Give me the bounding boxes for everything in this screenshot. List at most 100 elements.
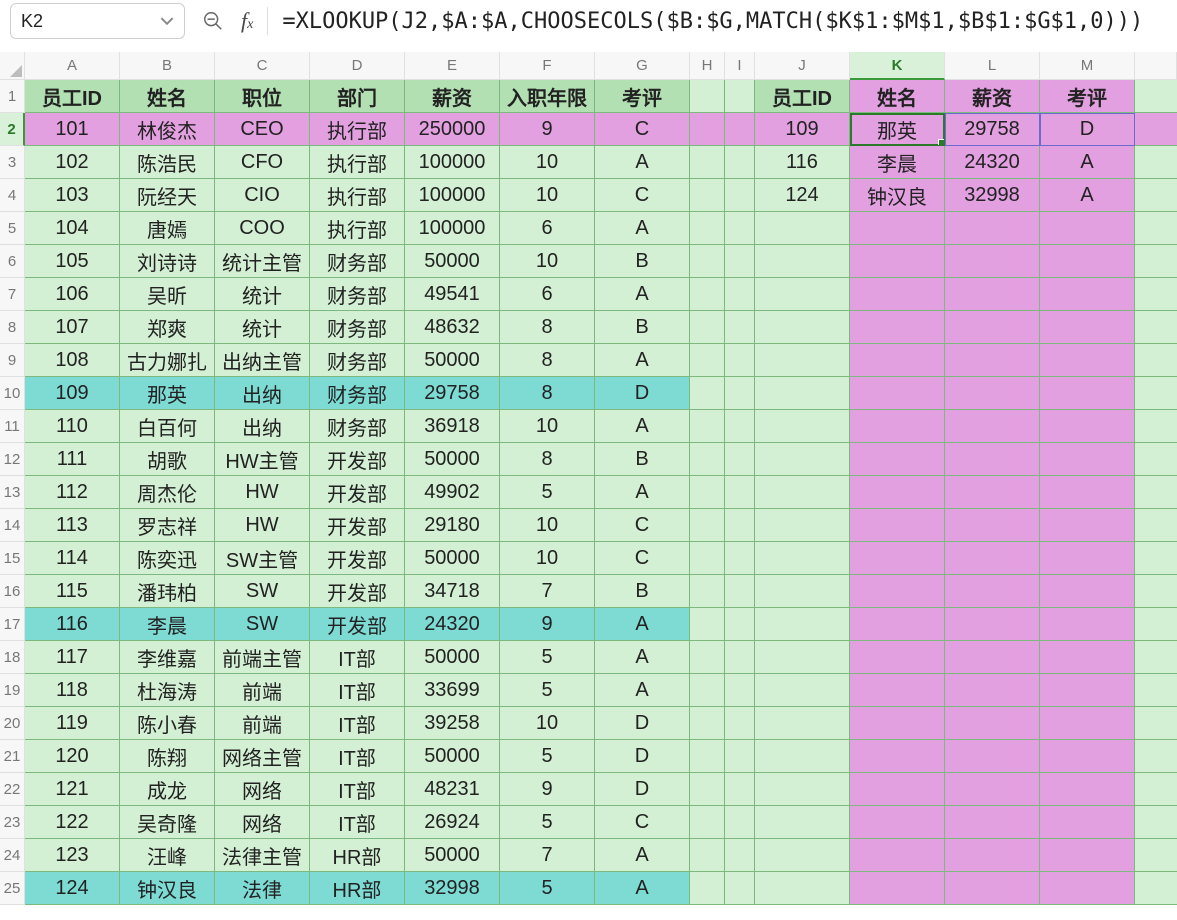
col-header-F[interactable]: F [500,52,595,80]
cell-K25[interactable] [850,872,945,905]
cell-E6[interactable]: 50000 [405,245,500,278]
cell-H12[interactable] [690,443,725,476]
cell-J23[interactable] [755,806,850,839]
cell-A6[interactable]: 105 [25,245,120,278]
row-header[interactable]: 16 [0,575,25,608]
header-cell-H[interactable] [690,80,725,113]
cell-E20[interactable]: 39258 [405,707,500,740]
cell-B7[interactable]: 吴昕 [120,278,215,311]
cell-M11[interactable] [1040,410,1135,443]
cell-I4[interactable] [725,179,755,212]
cell-C8[interactable]: 统计 [215,311,310,344]
cell-B17[interactable]: 李晨 [120,608,215,641]
cell-C19[interactable]: 前端 [215,674,310,707]
cell-D10[interactable]: 财务部 [310,377,405,410]
cell-K20[interactable] [850,707,945,740]
cell-J3[interactable]: 116 [755,146,850,179]
cell-M24[interactable] [1040,839,1135,872]
cell-I22[interactable] [725,773,755,806]
cell-B18[interactable]: 李维嘉 [120,641,215,674]
cell-D16[interactable]: 开发部 [310,575,405,608]
cell-M2[interactable]: D [1040,113,1135,146]
spreadsheet-grid[interactable]: ABCDEFGHIJKLM 1 员工ID姓名职位部门薪资入职年限考评员工ID姓名… [0,52,1177,905]
cell-A8[interactable]: 107 [25,311,120,344]
cell-E15[interactable]: 50000 [405,542,500,575]
cell-L25[interactable] [945,872,1040,905]
cell-A14[interactable]: 113 [25,509,120,542]
cell-D15[interactable]: 开发部 [310,542,405,575]
cell-D11[interactable]: 财务部 [310,410,405,443]
cell-I24[interactable] [725,839,755,872]
cell-F15[interactable]: 10 [500,542,595,575]
cell-G14[interactable]: C [595,509,690,542]
cell-G10[interactable]: D [595,377,690,410]
cell-M21[interactable] [1040,740,1135,773]
row-header[interactable]: 4 [0,179,25,212]
cell-J11[interactable] [755,410,850,443]
cell-G18[interactable]: A [595,641,690,674]
col-header-E[interactable]: E [405,52,500,80]
cell-I7[interactable] [725,278,755,311]
cell-G17[interactable]: A [595,608,690,641]
cell-A19[interactable]: 118 [25,674,120,707]
cell-H18[interactable] [690,641,725,674]
header-cell-D[interactable]: 部门 [310,80,405,113]
cell-C25[interactable]: 法律 [215,872,310,905]
cell-F24[interactable]: 7 [500,839,595,872]
row-header[interactable]: 14 [0,509,25,542]
cell-F23[interactable]: 5 [500,806,595,839]
cell-E16[interactable]: 34718 [405,575,500,608]
cell-J17[interactable] [755,608,850,641]
cell-B2[interactable]: 林俊杰 [120,113,215,146]
cell-A15[interactable]: 114 [25,542,120,575]
cell-K11[interactable] [850,410,945,443]
row-header[interactable]: 2 [0,113,25,146]
cell-K5[interactable] [850,212,945,245]
header-cell-M[interactable]: 考评 [1040,80,1135,113]
cell-J25[interactable] [755,872,850,905]
cell-K18[interactable] [850,641,945,674]
cell-F8[interactable]: 8 [500,311,595,344]
cell-L9[interactable] [945,344,1040,377]
cell-L5[interactable] [945,212,1040,245]
cell-B22[interactable]: 成龙 [120,773,215,806]
cell-J21[interactable] [755,740,850,773]
cell-K24[interactable] [850,839,945,872]
cell-F3[interactable]: 10 [500,146,595,179]
cell-C18[interactable]: 前端主管 [215,641,310,674]
cell-E11[interactable]: 36918 [405,410,500,443]
cell-G19[interactable]: A [595,674,690,707]
cell-H25[interactable] [690,872,725,905]
cell-G23[interactable]: C [595,806,690,839]
cell-L18[interactable] [945,641,1040,674]
cell-J2[interactable]: 109 [755,113,850,146]
cell-G24[interactable]: A [595,839,690,872]
cell-E3[interactable]: 100000 [405,146,500,179]
cell-G20[interactable]: D [595,707,690,740]
cell-H3[interactable] [690,146,725,179]
cell-A12[interactable]: 111 [25,443,120,476]
cell-C4[interactable]: CIO [215,179,310,212]
cell-L6[interactable] [945,245,1040,278]
cell-C11[interactable]: 出纳 [215,410,310,443]
col-header-K[interactable]: K [850,52,945,80]
cell-C17[interactable]: SW [215,608,310,641]
cell-I9[interactable] [725,344,755,377]
cell-J13[interactable] [755,476,850,509]
cell-J18[interactable] [755,641,850,674]
cell-A3[interactable]: 102 [25,146,120,179]
cell-B15[interactable]: 陈奕迅 [120,542,215,575]
cell-C15[interactable]: SW主管 [215,542,310,575]
cell-H11[interactable] [690,410,725,443]
cell-J9[interactable] [755,344,850,377]
cell-I16[interactable] [725,575,755,608]
cell-B3[interactable]: 陈浩民 [120,146,215,179]
cell-F7[interactable]: 6 [500,278,595,311]
cell-C5[interactable]: COO [215,212,310,245]
cell-C20[interactable]: 前端 [215,707,310,740]
cell-K21[interactable] [850,740,945,773]
cell-B19[interactable]: 杜海涛 [120,674,215,707]
cell-A20[interactable]: 119 [25,707,120,740]
cell-I20[interactable] [725,707,755,740]
cell-M13[interactable] [1040,476,1135,509]
